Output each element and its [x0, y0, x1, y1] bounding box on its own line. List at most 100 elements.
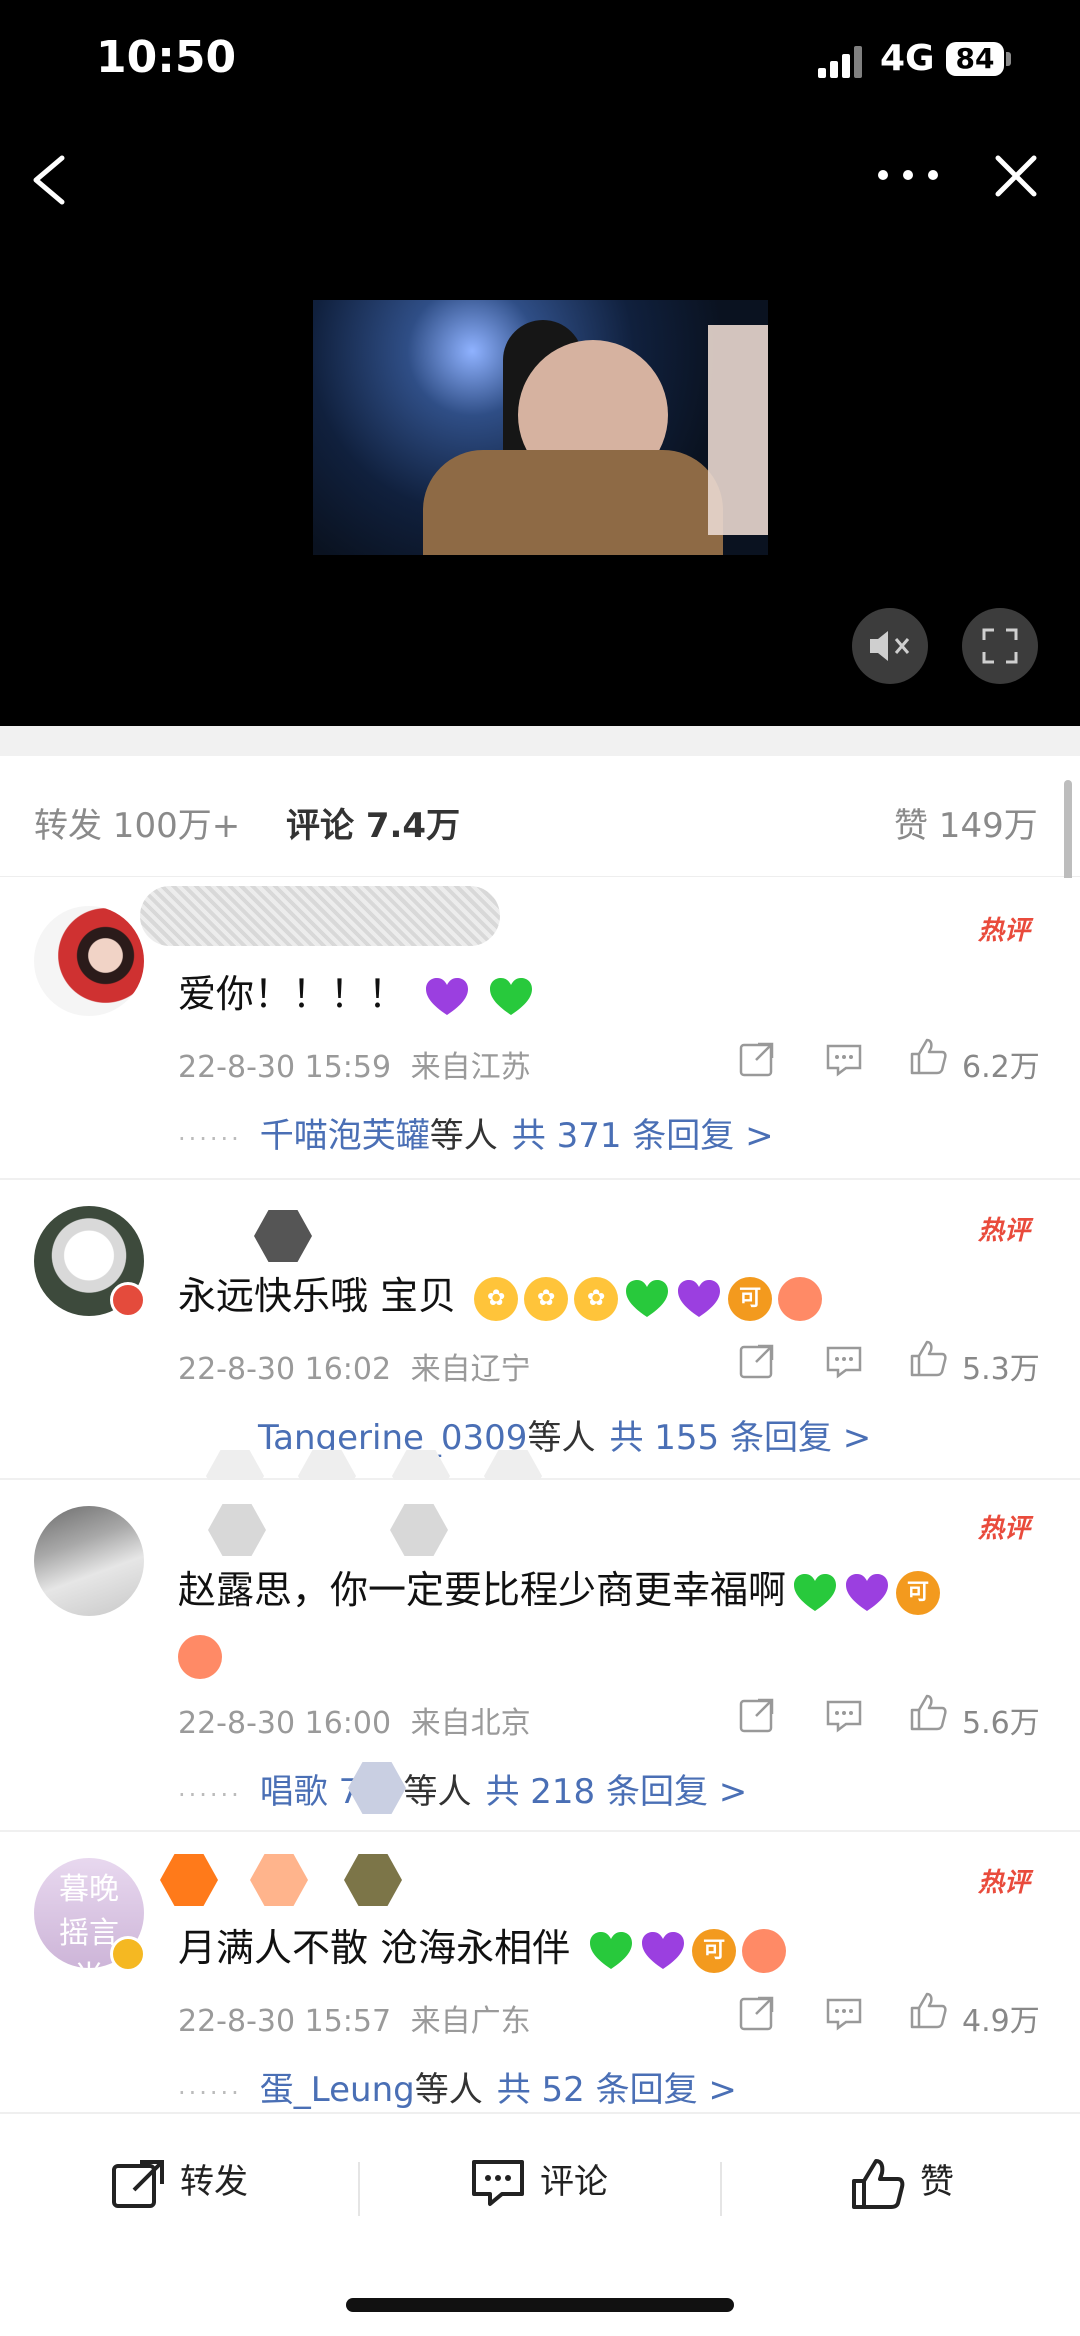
network-type: 4G: [880, 38, 935, 79]
repost-icon: [112, 2159, 164, 2208]
share-icon[interactable]: [738, 1994, 776, 2032]
reply-dots: ······: [178, 1781, 242, 1809]
share-icon[interactable]: [738, 1696, 776, 1734]
reply-etc: 等人: [414, 2070, 483, 2110]
comment-item: 热评 永远快乐哦 宝贝 ✿ ✿ ✿ 可 22-8-30 16:02 来自辽宁 5.3万…: [0, 1180, 1080, 1480]
like-button[interactable]: 赞: [850, 2154, 954, 2211]
reply-dots: ······: [178, 2079, 242, 2107]
home-indicator[interactable]: [346, 2298, 734, 2312]
like-icon[interactable]: [908, 1338, 948, 1378]
battery-level: 84: [955, 42, 995, 75]
avatar[interactable]: [34, 906, 144, 1016]
status-bar: 10:50 4G 84: [0, 0, 1080, 120]
green-heart-icon: [590, 1931, 633, 1969]
share-icon[interactable]: [738, 1342, 776, 1380]
comment-meta: 22-8-30 16:02 来自辽宁: [178, 1344, 531, 1388]
mute-button[interactable]: [852, 608, 928, 684]
tab-comments[interactable]: 评论 7.4万: [286, 798, 460, 847]
reply-users: Tangerine_0309: [258, 1418, 528, 1458]
repost-label: 转发: [180, 2162, 248, 2202]
comment-icon[interactable]: [824, 1344, 864, 1380]
comment-text: 永远快乐哦 宝贝 ✿ ✿ ✿ 可: [178, 1264, 823, 1328]
comment-location: 来自广东: [410, 2004, 531, 2039]
blurred-username: [160, 1854, 218, 1906]
comment-time: 22-8-30 15:57: [178, 2004, 392, 2039]
comment-location: 来自辽宁: [410, 1352, 531, 1387]
reply-summary[interactable]: Tangerine_0309等人共 155 条回复 >: [258, 1410, 871, 1459]
reply-summary[interactable]: ······ 唱歌 789等人共 218 条回复 >: [178, 1764, 747, 1813]
comment-icon[interactable]: [824, 1996, 864, 2032]
fullscreen-icon: [982, 628, 1018, 664]
reply-count: 共 218 条回复 >: [485, 1772, 748, 1812]
comment-text-content: 月满人不散 沧海永相伴: [178, 1926, 571, 1970]
video-figure-coat: [423, 450, 723, 555]
comment-text-content: 永远快乐哦 宝贝: [178, 1274, 457, 1318]
peach-emoji-icon: [778, 1276, 823, 1321]
battery-icon: 84: [946, 42, 1004, 76]
hot-badge: 热评: [978, 916, 1031, 946]
tab-repost[interactable]: 转发 100万+: [34, 798, 240, 847]
mute-icon: [870, 631, 910, 661]
comment-text: 月满人不散 沧海永相伴 可: [178, 1916, 787, 1980]
reply-users: 千喵泡芙罐: [259, 1116, 430, 1156]
like-count: 4.9万: [962, 2004, 1040, 2039]
comment-time: 22-8-30 15:59: [178, 1050, 392, 1085]
blurred-username: [390, 1504, 448, 1556]
flower-face-emoji-icon: ✿: [524, 1276, 569, 1321]
reply-summary[interactable]: ······ 蛋_Leung等人共 52 条回复 >: [178, 2062, 737, 2111]
close-icon: [995, 155, 1037, 197]
repost-button[interactable]: 转发: [110, 2154, 248, 2210]
chevron-left-icon: [33, 155, 65, 205]
blurred-username: [250, 1854, 308, 1906]
back-button[interactable]: [24, 150, 74, 210]
tab-likes[interactable]: 赞 149万: [894, 798, 1038, 847]
like-icon[interactable]: [908, 1692, 948, 1732]
comment-icon[interactable]: [824, 1042, 864, 1078]
comment-text-content: 赵露思，你一定要比程少商更幸福啊: [178, 1568, 787, 1612]
comment-meta: 22-8-30 15:59 来自江苏: [178, 1042, 531, 1086]
comment-button[interactable]: 评论: [470, 2154, 608, 2210]
ke-emoji-icon: 可: [896, 1570, 941, 1615]
reply-etc: 等人: [429, 1116, 498, 1156]
comment-meta: 22-8-30 15:57 来自广东: [178, 1996, 531, 2040]
like-count: 6.2万: [962, 1050, 1040, 1085]
peach-emoji-icon: [178, 1634, 222, 1679]
reply-count: 共 155 条回复 >: [609, 1418, 872, 1458]
comment-item: 热评 爱你！！！！ 22-8-30 15:59 来自江苏 6.2万 ······…: [0, 878, 1080, 1178]
more-button[interactable]: [868, 150, 948, 200]
reply-etc: 等人: [403, 1772, 472, 1812]
like-count: 5.6万: [962, 1706, 1040, 1741]
signal-icon: [818, 46, 864, 78]
interaction-tabs: 转发 100万+ 评论 7.4万 赞 149万: [0, 756, 1080, 877]
share-icon[interactable]: [738, 1040, 776, 1078]
ke-emoji-icon: 可: [692, 1928, 737, 1973]
hot-badge: 热评: [978, 1216, 1031, 1246]
hot-badge: 热评: [978, 1868, 1031, 1898]
comment-meta: 22-8-30 16:00 来自北京: [178, 1698, 531, 1742]
purple-heart-icon: [846, 1573, 889, 1611]
video-player[interactable]: [313, 300, 768, 555]
comment-time: 22-8-30 16:00: [178, 1706, 392, 1741]
purple-heart-icon: [678, 1279, 721, 1317]
comment-time: 22-8-30 16:02: [178, 1352, 392, 1387]
peach-emoji-icon: [742, 1928, 787, 1973]
video-header-area: 10:50 4G 84: [0, 0, 1080, 726]
like-count: 5.3万: [962, 1352, 1040, 1387]
avatar[interactable]: [34, 1506, 144, 1616]
comment-text: 爱你！！！！: [178, 962, 534, 1026]
verified-badge-icon: [110, 1282, 146, 1318]
blurred-username: [254, 1210, 312, 1262]
comment-location: 来自江苏: [410, 1050, 531, 1085]
fullscreen-button[interactable]: [962, 608, 1038, 684]
separator: [358, 2162, 360, 2216]
blurred-username: [344, 1854, 402, 1906]
battery-tip: [1006, 52, 1011, 66]
status-time: 10:50: [96, 32, 237, 83]
like-icon[interactable]: [908, 1036, 948, 1076]
comment-icon[interactable]: [824, 1698, 864, 1734]
close-button[interactable]: [990, 150, 1042, 202]
reply-summary[interactable]: ······ 千喵泡芙罐等人共 371 条回复 >: [178, 1108, 774, 1157]
comment-location: 来自北京: [410, 1706, 531, 1741]
green-heart-icon: [626, 1279, 669, 1317]
like-icon[interactable]: [908, 1990, 948, 2030]
